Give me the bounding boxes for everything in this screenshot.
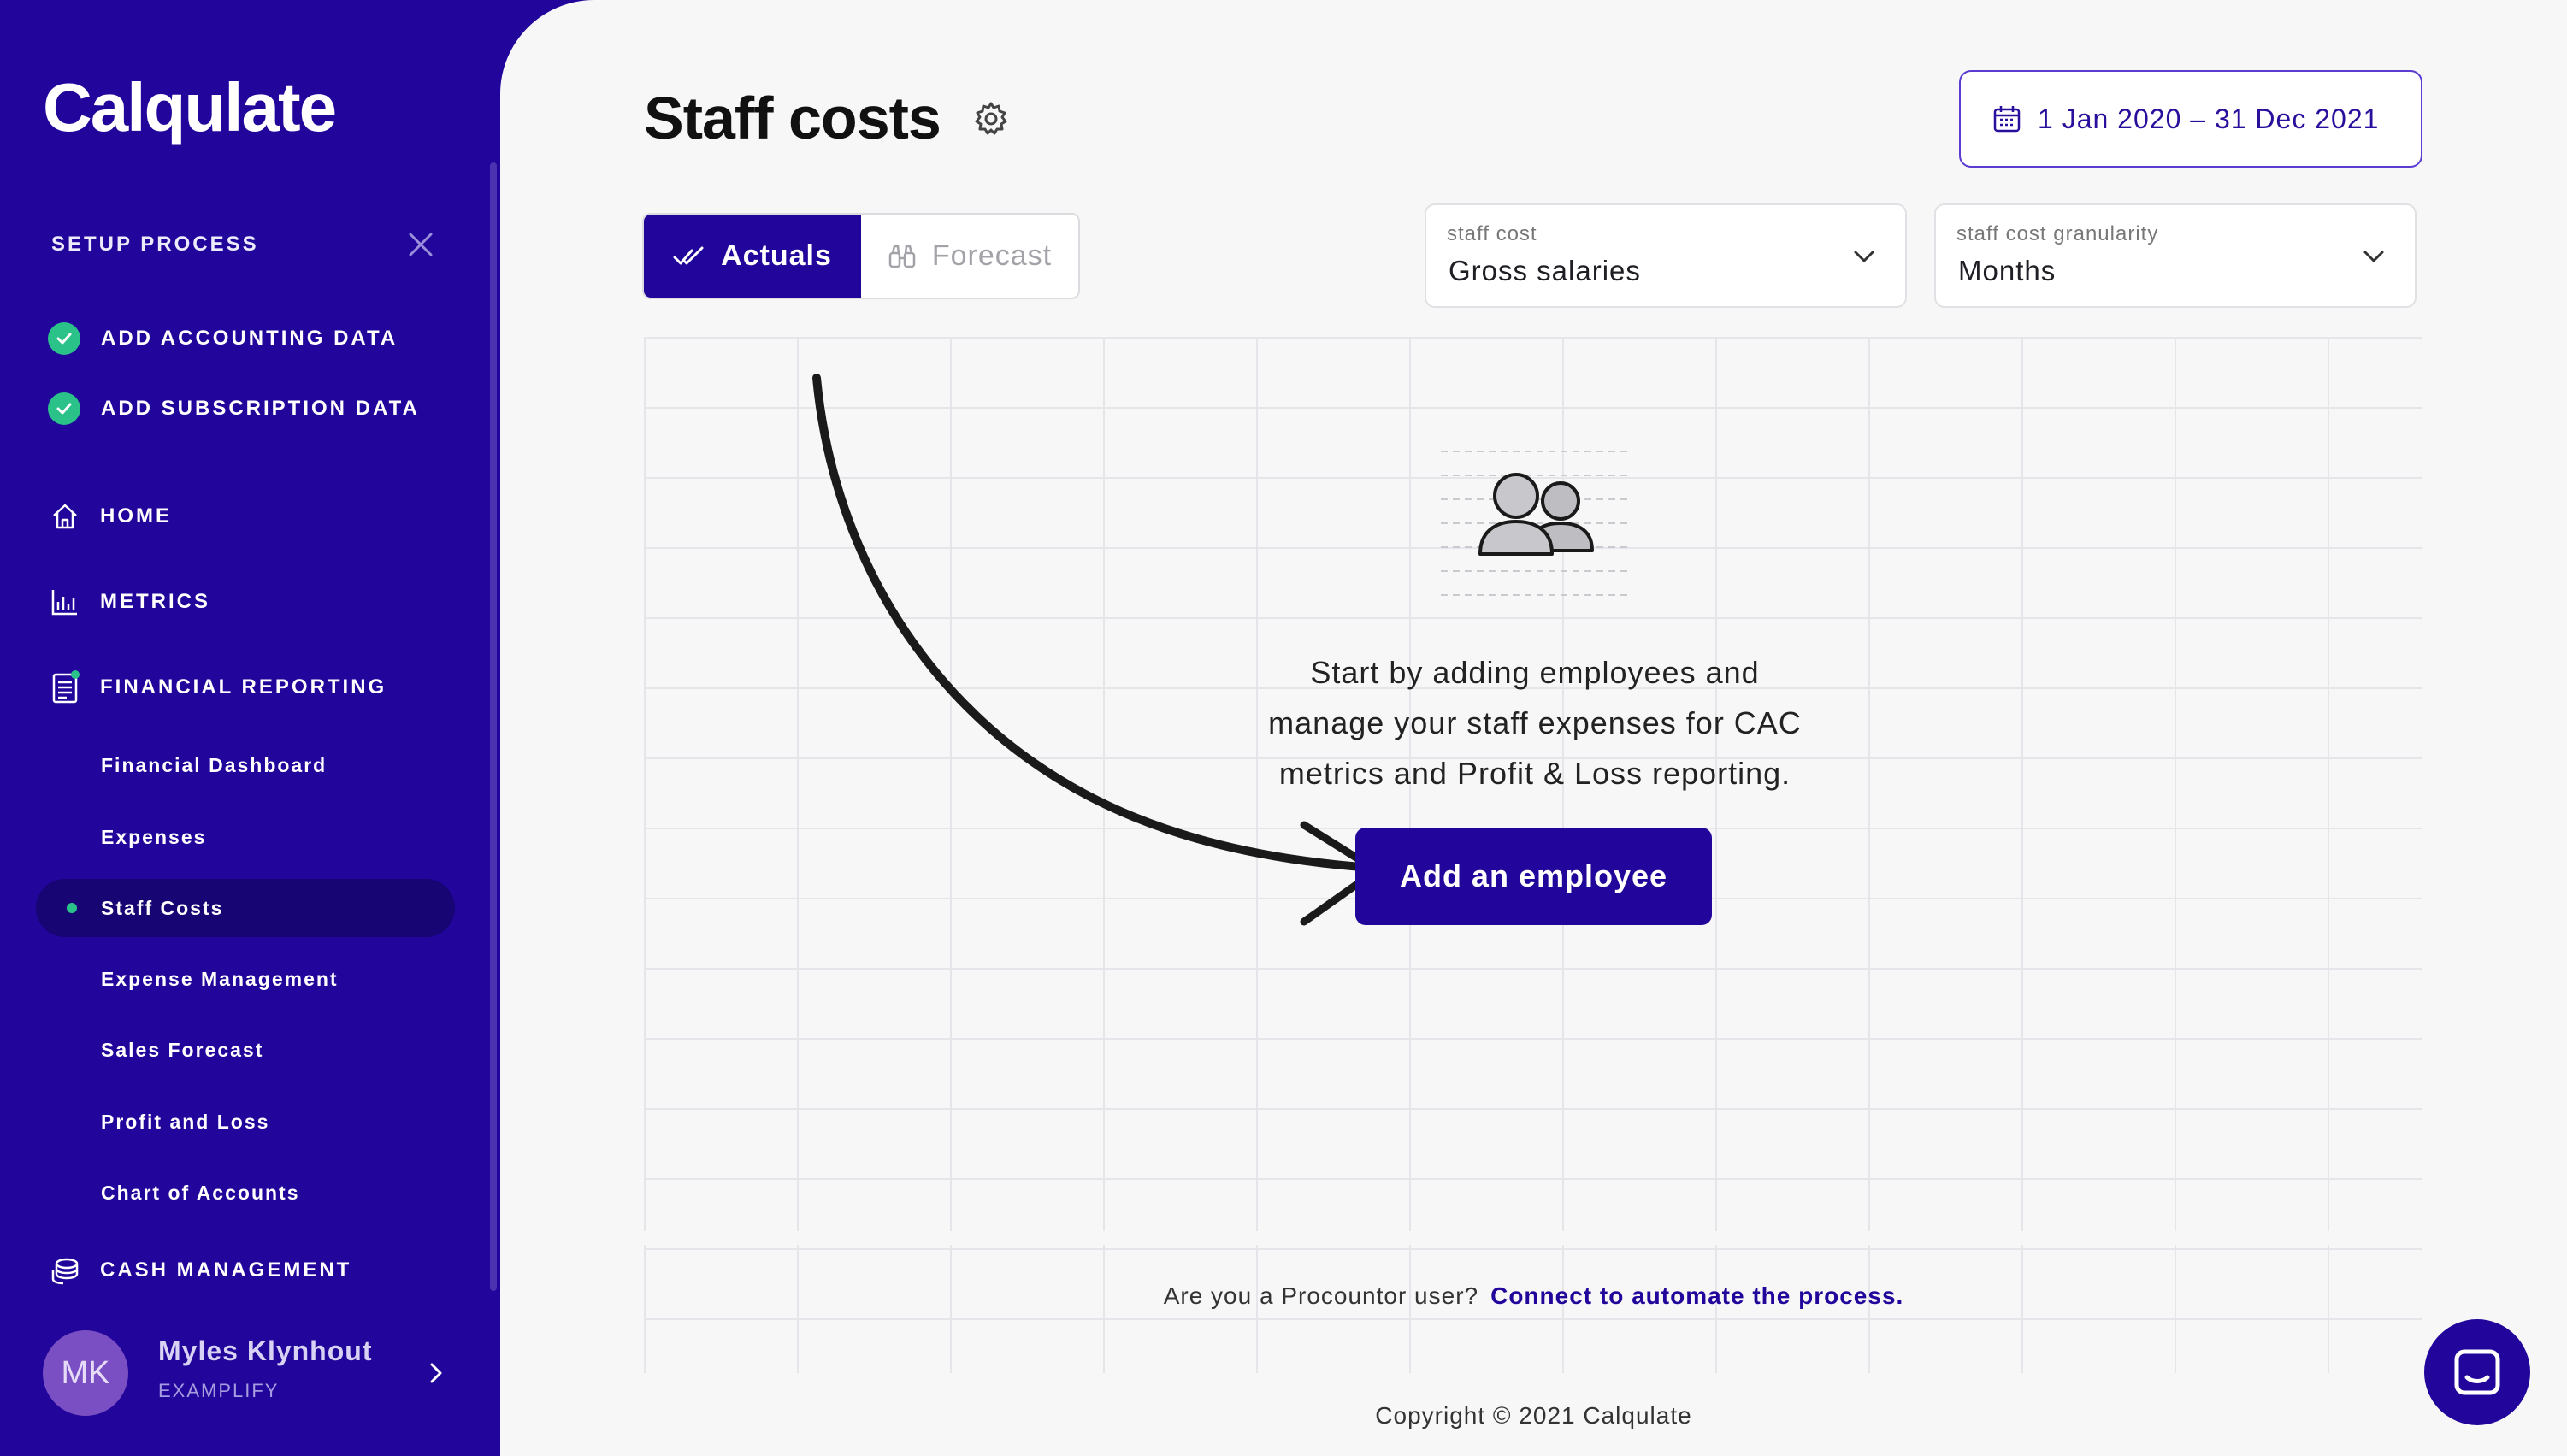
sidebar-item-cash-management[interactable]: CASH MANAGEMENT bbox=[48, 1252, 351, 1289]
procountor-connect-link[interactable]: Connect to automate the process. bbox=[1490, 1282, 1903, 1309]
sidebar-item-label: METRICS bbox=[100, 590, 210, 613]
page-title: Staff costs bbox=[644, 85, 941, 151]
select-label: staff cost granularity bbox=[1956, 222, 2159, 245]
procountor-prompt: Are you a Procountor user? Connect to aut… bbox=[500, 1282, 2567, 1310]
empty-state-line: metrics and Profit & Loss reporting. bbox=[1278, 756, 1791, 791]
setup-item-accounting[interactable]: ADD ACCOUNTING DATA bbox=[48, 321, 398, 356]
report-icon bbox=[48, 670, 82, 704]
app-logo[interactable]: Calqulate bbox=[43, 68, 337, 147]
sidebar-subitem-expenses[interactable]: Expenses bbox=[101, 826, 206, 849]
sidebar-item-label: CASH MANAGEMENT bbox=[100, 1259, 352, 1282]
empty-state-line: manage your staff expenses for CAC bbox=[1268, 705, 1802, 740]
coins-icon bbox=[48, 1253, 82, 1288]
chat-widget-button[interactable] bbox=[2424, 1319, 2530, 1425]
setup-item-subscription[interactable]: ADD SUBSCRIPTION DATA bbox=[48, 392, 420, 426]
select-value: Months bbox=[1958, 255, 2057, 286]
granularity-select[interactable]: staff cost granularity Months bbox=[1934, 203, 2417, 308]
avatar: MK bbox=[43, 1330, 128, 1416]
date-range-label: 1 Jan 2020 – 31 Dec 2021 bbox=[2038, 103, 2380, 134]
empty-state-message: Start by adding employees and manage you… bbox=[1150, 647, 1920, 799]
chevron-down-icon bbox=[2357, 239, 2391, 274]
double-check-icon bbox=[673, 246, 704, 264]
tab-forecast[interactable]: Forecast bbox=[861, 215, 1078, 298]
user-profile[interactable]: MK Myles Klynhout EXAMPLIFY bbox=[43, 1330, 470, 1419]
sidebar-subitem-expense-management[interactable]: Expense Management bbox=[101, 968, 339, 991]
sidebar-subitem-sales-forecast[interactable]: Sales Forecast bbox=[101, 1039, 263, 1062]
chevron-down-icon bbox=[1847, 239, 1881, 274]
home-icon bbox=[48, 499, 82, 533]
tab-label: Actuals bbox=[721, 239, 832, 272]
binoculars-icon bbox=[888, 245, 916, 268]
setup-item-label: ADD ACCOUNTING DATA bbox=[101, 327, 398, 350]
date-range-button[interactable]: 1 Jan 2020 – 31 Dec 2021 bbox=[1959, 70, 2422, 168]
sidebar-item-home[interactable]: HOME bbox=[48, 498, 172, 535]
chat-icon bbox=[2454, 1349, 2500, 1395]
grid-gap bbox=[644, 1231, 2422, 1245]
select-label: staff cost bbox=[1447, 222, 1537, 245]
sidebar-item-financial-reporting[interactable]: FINANCIAL REPORTING bbox=[48, 669, 387, 706]
tab-label: Forecast bbox=[931, 239, 1053, 272]
user-organization: EXAMPLIFY bbox=[158, 1380, 280, 1401]
gear-icon[interactable] bbox=[971, 98, 1012, 139]
sidebar-subitem-financial-dashboard[interactable]: Financial Dashboard bbox=[101, 754, 327, 777]
sidebar-subitem-profit-and-loss[interactable]: Profit and Loss bbox=[101, 1111, 269, 1134]
main-content: Staff costs 1 Jan 2020 – 31 Dec 2021 Act… bbox=[500, 0, 2567, 1456]
chevron-right-icon[interactable] bbox=[419, 1356, 453, 1390]
active-item-highlight bbox=[36, 879, 455, 937]
close-icon[interactable] bbox=[402, 226, 440, 263]
check-circle-icon bbox=[48, 392, 80, 425]
select-value: Gross salaries bbox=[1449, 255, 1641, 286]
staff-cost-select[interactable]: staff cost Gross salaries bbox=[1425, 203, 1907, 308]
bar-chart-icon bbox=[48, 585, 82, 619]
tab-actuals[interactable]: Actuals bbox=[644, 215, 861, 298]
copyright: Copyright © 2021 Calqulate bbox=[1375, 1402, 1692, 1429]
sidebar-item-label: FINANCIAL REPORTING bbox=[100, 675, 387, 699]
check-circle-icon bbox=[48, 322, 80, 355]
user-name: Myles Klynhout bbox=[158, 1335, 373, 1366]
sidebar-subitem-staff-costs[interactable]: Staff Costs bbox=[101, 897, 223, 920]
add-employee-button[interactable]: Add an employee bbox=[1355, 828, 1712, 925]
setup-item-label: ADD SUBSCRIPTION DATA bbox=[101, 397, 420, 420]
sidebar-item-label: HOME bbox=[100, 504, 172, 528]
active-dot bbox=[67, 903, 77, 913]
procountor-question: Are you a Procountor user? bbox=[1163, 1282, 1479, 1309]
sidebar-item-metrics[interactable]: METRICS bbox=[48, 583, 210, 621]
empty-state-line: Start by adding employees and bbox=[1310, 655, 1760, 690]
sidebar-subitem-chart-of-accounts[interactable]: Chart of Accounts bbox=[101, 1182, 300, 1205]
setup-process-title: SETUP PROCESS bbox=[51, 233, 259, 256]
actuals-forecast-toggle: Actuals Forecast bbox=[642, 213, 1080, 299]
calendar-icon bbox=[1993, 106, 2021, 133]
sidebar: Calqulate SETUP PROCESS ADD ACCOUNTING D… bbox=[0, 0, 500, 1456]
users-icon bbox=[1441, 445, 1629, 598]
sidebar-scrollbar[interactable] bbox=[490, 162, 497, 1291]
